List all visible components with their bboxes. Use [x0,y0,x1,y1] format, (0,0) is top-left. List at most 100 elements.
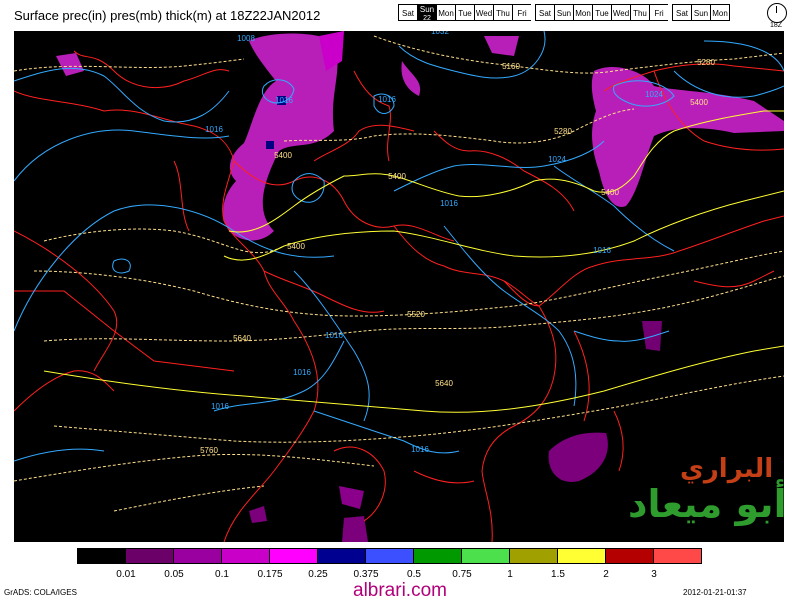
day-label: Sun [419,5,435,14]
precip-area [548,432,608,482]
pressure-label: 1008 [237,34,255,43]
day-cell: Mon [436,4,456,21]
legend-swatch [653,548,702,564]
pressure-label: 1016 [275,96,293,105]
pressure-label: 1016 [378,95,396,104]
day-label: Wed [475,9,493,18]
pressure-label: 1016 [593,246,611,255]
day-cell: Thu [493,4,513,21]
day-cell: Wed [611,4,631,21]
credit-right: 2012-01-21-01:37 [683,588,747,597]
precip-area [401,61,421,96]
weather-map-page: Surface prec(in) pres(mb) thick(m) at 18… [0,0,800,600]
watermark-line1: البراري [680,454,774,484]
day-cell: Tue [592,4,612,21]
thickness-label: 5160 [502,62,520,71]
day-strip: Sat Sun 22 Mon Tue Wed Thu Fri Sat Sun Mon Tue Wed Th… [398,4,730,22]
thickness-label: 5400 [601,188,619,197]
thickness-label: 5280 [554,127,572,136]
legend-swatch [557,548,606,564]
legend-swatch [221,548,270,564]
legend-label: 1.5 [551,569,565,580]
precip-area [484,36,519,56]
map-canvas: 1008 1032 1016 1016 1016 1024 1024 1016 1016 1016… [14,31,784,542]
day-label: Sat [675,9,688,18]
day-label: Mon [575,9,591,18]
legend-swatch [365,548,414,564]
day-cell: Mon [710,4,730,21]
precip-area [339,486,364,509]
legend-label: 0.01 [116,569,136,580]
legend-label: 0.05 [164,569,184,580]
day-cell: Fri [649,4,669,21]
legend-label: 2 [603,569,609,580]
day-label: Tue [458,9,472,18]
site-url[interactable]: albrari.com [0,580,800,600]
thickness-label: 5400 [274,151,292,160]
legend-label: 0.175 [257,569,283,580]
day-label: Mon [712,9,728,18]
legend-label: 0.75 [452,569,472,580]
legend-swatch [173,548,222,564]
pressure-label: 1032 [431,31,449,36]
legend-label: 0.375 [353,569,379,580]
thickness-label: 5400 [690,98,708,107]
precip-area [591,66,784,207]
pressure-label: 1016 [293,368,311,377]
day-label: Thu [633,9,647,18]
precip-areas [56,31,784,542]
day-cell: Sun [691,4,711,21]
pressure-label: 1016 [205,125,223,134]
clock-icon [767,3,787,23]
legend-label: 0.25 [308,569,328,580]
legend-label: 0.1 [215,569,229,580]
legend-swatch [413,548,462,564]
day-label: Fri [654,9,664,18]
day-label: Wed [612,9,630,18]
day-label: Thu [496,9,510,18]
day-cell: Fri [512,4,532,21]
day-label: Fri [517,9,527,18]
pressure-label: 1016 [211,402,229,411]
day-label: Sat [401,9,414,18]
legend-swatch [317,548,366,564]
thickness-label: 5400 [287,242,305,251]
day-cell: Mon [573,4,593,21]
day-date: 22 [423,15,431,22]
pressure-label: 1024 [645,90,663,99]
day-cell: Sat [535,4,555,21]
day-label: Sat [538,9,551,18]
day-cell: Tue [455,4,475,21]
precip-area [249,506,267,523]
legend-swatch [605,548,654,564]
legend-swatch [461,548,510,564]
legend-label: 1 [507,569,513,580]
watermark-line2: أبو ميعاد [628,482,787,526]
day-cell: Sat [398,4,418,21]
clock-label: 18Z [770,22,783,29]
pressure-label: 1016 [411,445,429,454]
thickness-label: 5400 [388,172,406,181]
precip-area [266,141,274,149]
thickness-label: 5640 [233,334,251,343]
legend-swatch [77,548,126,564]
thickness-label: 5520 [407,310,425,319]
day-label: Sun [556,9,572,18]
thickness-label: 5640 [435,379,453,388]
precip-area [342,516,368,542]
legend-swatch [269,548,318,564]
day-cell: Sun [554,4,574,21]
precip-area [223,33,338,241]
legend-swatch [125,548,174,564]
legend-label: 3 [651,569,657,580]
day-cell: Wed [474,4,494,21]
pressure-label: 1024 [548,155,566,164]
pressure-label: 1016 [440,199,458,208]
map-title: Surface prec(in) pres(mb) thick(m) at 18… [14,8,321,23]
legend-label: 0.5 [407,569,421,580]
precip-legend [77,548,702,564]
day-cell: Sun 22 [417,4,437,22]
day-label: Mon [438,9,454,18]
day-label: Sun [693,9,709,18]
thickness-label: 5760 [200,446,218,455]
